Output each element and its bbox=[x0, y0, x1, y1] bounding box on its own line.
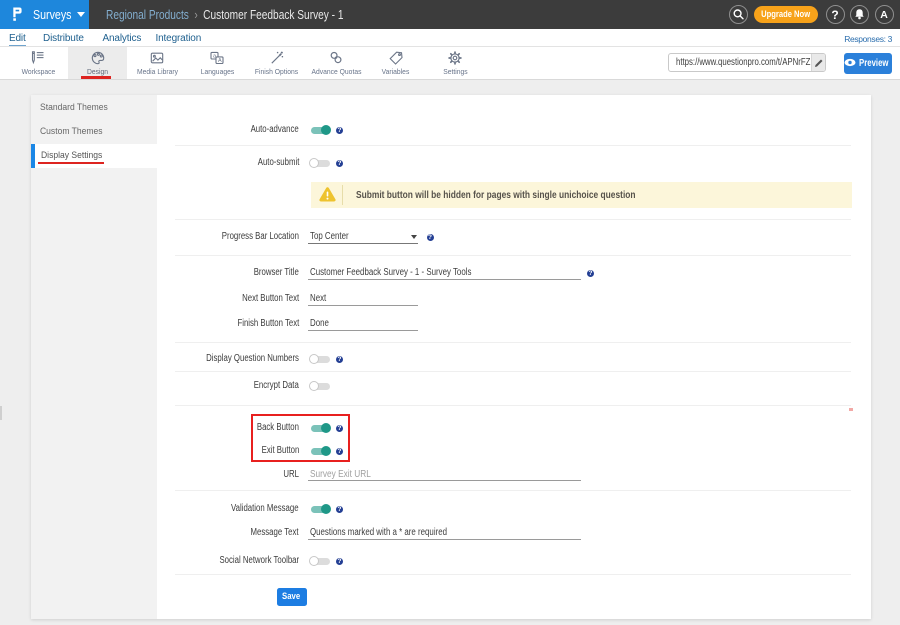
svg-text:A: A bbox=[218, 58, 222, 64]
